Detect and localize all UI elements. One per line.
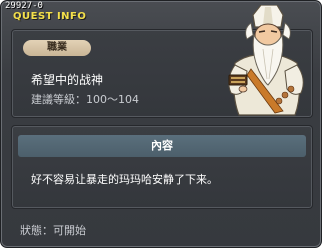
job-badge: 職業 [23, 40, 91, 56]
quest-name: 希望中的战神 [31, 73, 104, 87]
quest-content-panel: 內容 好不容易让暴走的玛玛哈安静了下来。 [11, 125, 313, 209]
recommended-level: 建議等級：100～104 [31, 93, 139, 106]
quest-id: 29927-0 [5, 1, 43, 11]
window-title: QUEST INFO [13, 11, 87, 22]
npc-portrait-icon [228, 5, 304, 116]
content-text: 好不容易让暴走的玛玛哈安静了下来。 [31, 173, 218, 186]
quest-info-window: 29927-0 QUEST INFO 職業 希望中的战神 建議等級：100～10… [0, 0, 322, 248]
content-header: 內容 [18, 135, 306, 157]
quest-status: 狀態：可開始 [20, 224, 86, 237]
